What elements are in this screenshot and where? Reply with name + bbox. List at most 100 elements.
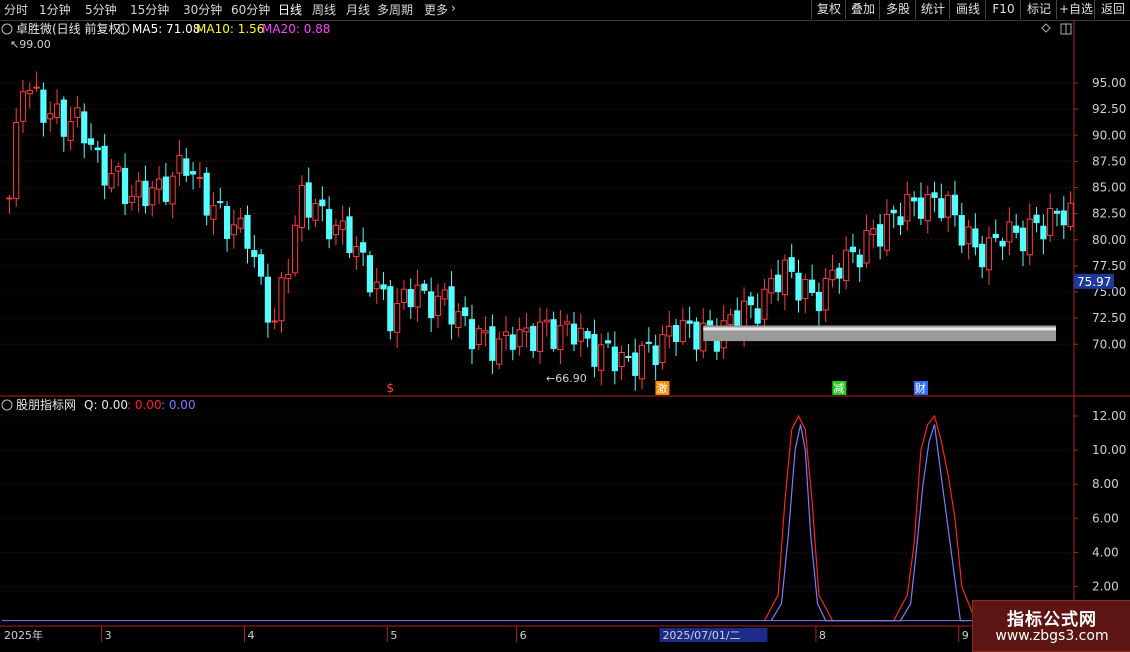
toolbar-button-4[interactable]: 画线 — [949, 0, 986, 19]
candle-body — [523, 327, 530, 333]
y-tick-label: 10.00 — [1092, 443, 1126, 457]
candle-body — [414, 284, 421, 308]
candlestick-panel — [6, 71, 1074, 391]
candle-body — [169, 175, 176, 205]
candle-body — [679, 319, 686, 343]
x-axis-label: 6 — [520, 629, 527, 642]
timeframe-5[interactable]: 60分钟 — [231, 1, 270, 18]
candle-body — [189, 171, 197, 175]
timeframe-3[interactable]: 15分钟 — [130, 1, 169, 18]
toolbar-button-1[interactable]: 叠加 — [845, 0, 880, 19]
candle-body — [462, 307, 469, 317]
candle-body — [536, 321, 544, 352]
candle-body — [1047, 207, 1054, 237]
candle-body — [945, 194, 952, 218]
candle-body — [448, 286, 455, 325]
candle-body — [217, 201, 224, 204]
candle-body — [47, 113, 54, 120]
candle-body — [258, 254, 265, 277]
toolbar-button-0[interactable]: 复权 — [811, 0, 846, 19]
candle-body — [598, 344, 605, 371]
candle-body — [775, 274, 782, 293]
candle-body — [693, 321, 700, 350]
candle-body — [727, 314, 734, 325]
candle-body — [924, 194, 931, 222]
candle-body — [972, 228, 979, 248]
candle-body — [332, 224, 340, 236]
candle-body — [155, 178, 163, 190]
candle-body — [645, 341, 652, 344]
toolbar-button-2[interactable]: 多股 — [879, 0, 916, 19]
candle-body — [1053, 210, 1061, 214]
candle-body — [6, 197, 13, 200]
candle-body — [223, 205, 231, 239]
candle-body — [13, 122, 20, 200]
candle-body — [768, 278, 775, 294]
x-axis-label: 3 — [105, 629, 112, 642]
more-chevron-icon[interactable]: › — [451, 1, 456, 15]
candle-body — [366, 255, 374, 293]
candle-body — [94, 147, 101, 151]
y-tick-label: 95.00 — [1092, 76, 1126, 90]
toolbar-button-7[interactable]: +自选 — [1056, 0, 1095, 19]
candle-body — [917, 197, 925, 219]
candle-body — [1033, 214, 1040, 224]
timeframe-10[interactable]: 更多 — [424, 1, 448, 18]
price-axis: 95.00 92.50 90.00 87.50 85.00 82.50 80.00 77.50… — [1074, 76, 1126, 594]
candle-body — [836, 267, 843, 279]
stock-chart: 95.00 92.50 90.00 87.50 85.00 82.50 80.00 77.50… — [0, 20, 1130, 650]
candle-body — [53, 103, 61, 119]
candle-body — [40, 89, 47, 123]
candle-body — [74, 107, 81, 118]
watermark: 指标公式网 www.zbgs3.com — [972, 600, 1130, 652]
toolbar: 分时 1分钟 5分钟 15分钟 30分钟 60分钟 日线 周线 月线 多周期 更多 › 复权 叠加 多股 统计… — [0, 0, 1130, 21]
timeframe-9[interactable]: 多周期 — [377, 1, 413, 18]
y-tick-label: 87.50 — [1092, 154, 1126, 168]
x-axis-label: 9 — [962, 629, 969, 642]
candle-body — [550, 319, 557, 349]
timeframe-7[interactable]: 周线 — [312, 1, 336, 18]
candle-body — [516, 329, 523, 348]
candle-body — [1006, 221, 1013, 243]
candle-body — [809, 279, 816, 293]
ma20-value: MA20: 0.88 — [262, 22, 330, 36]
timeframe-8[interactable]: 月线 — [346, 1, 370, 18]
timeframe-6[interactable]: 日线 — [278, 1, 302, 18]
candle-body — [1013, 225, 1020, 233]
toolbar-button-3[interactable]: 统计 — [915, 0, 950, 19]
candle-body — [285, 273, 292, 280]
candle-body — [489, 326, 496, 361]
event-marker: 激 — [656, 381, 667, 395]
timeframe-2[interactable]: 5分钟 — [85, 1, 117, 18]
toolbar-button-8[interactable]: 返回 — [1094, 0, 1130, 19]
event-marker: 财 — [915, 381, 926, 395]
candle-body — [230, 224, 237, 236]
y-tick-label: 77.50 — [1092, 259, 1126, 273]
candle-body — [428, 291, 435, 319]
candle-body — [706, 320, 714, 326]
candle-body — [843, 249, 850, 282]
candle-body — [890, 209, 897, 214]
candle-body — [999, 240, 1006, 247]
timeframe-0[interactable]: 分时 — [4, 1, 28, 18]
timeframe-1[interactable]: 1分钟 — [39, 1, 71, 18]
candle-body — [298, 185, 305, 228]
timeframe-4[interactable]: 30分钟 — [183, 1, 222, 18]
candle-body — [271, 320, 278, 323]
candle-body — [26, 90, 33, 95]
candle-body — [951, 194, 959, 216]
candle-body — [931, 192, 938, 198]
candle-body — [870, 228, 877, 236]
candle-body — [822, 277, 829, 311]
y-tick-label: 12.00 — [1092, 409, 1126, 423]
indicator-value-3: : 0.00 — [161, 398, 196, 412]
candle-body — [672, 325, 680, 342]
x-axis-label: 8 — [819, 629, 826, 642]
candle-body — [611, 346, 618, 372]
indicator-q-value: Q: 0.00 — [84, 398, 128, 412]
y-tick-label: 4.00 — [1092, 545, 1119, 559]
toolbar-button-6[interactable]: 标记 — [1020, 0, 1057, 19]
candle-body — [659, 334, 666, 364]
candle-body — [1040, 225, 1047, 240]
toolbar-button-5[interactable]: F10 — [985, 0, 1021, 19]
